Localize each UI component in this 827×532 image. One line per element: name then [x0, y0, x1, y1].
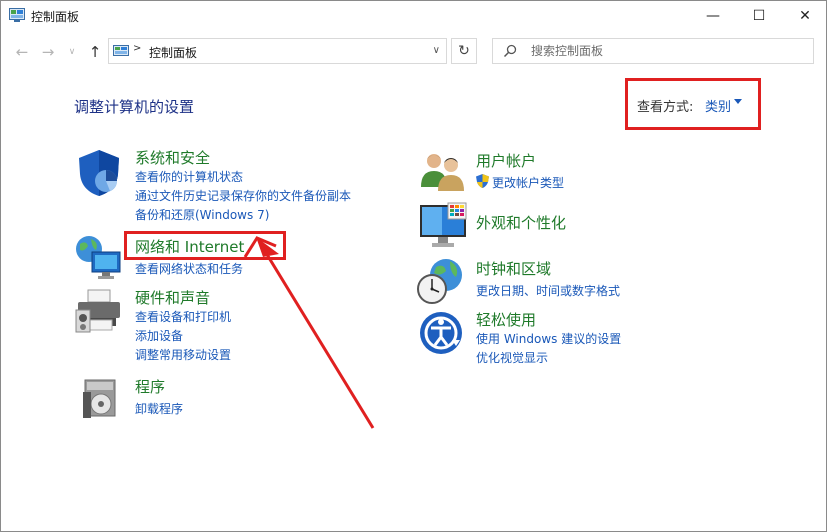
breadcrumb-separator-icon: >: [133, 43, 142, 54]
recent-locations-button[interactable]: ∨: [63, 43, 81, 61]
category-appearance-personalization[interactable]: 外观和个性化: [476, 212, 566, 233]
link-file-history-backup[interactable]: 通过文件历史记录保存你的文件备份副本: [135, 187, 351, 204]
search-icon: [503, 44, 517, 58]
category-ease-of-access[interactable]: 轻松使用: [476, 309, 536, 330]
category-system-security[interactable]: 系统和安全: [135, 147, 210, 168]
view-by-dropdown[interactable]: 类别: [705, 96, 731, 115]
link-network-status-tasks[interactable]: 查看网络状态和任务: [135, 260, 243, 277]
view-by-label: 查看方式:: [637, 100, 694, 115]
category-hardware-sound[interactable]: 硬件和声音: [135, 287, 210, 308]
breadcrumb-control-panel[interactable]: 控制面板: [149, 44, 197, 61]
navigation-bar: ← → ∨ ↑ > 控制面板 ∨ ↻: [1, 33, 826, 71]
programs-icon[interactable]: [81, 376, 121, 420]
control-panel-icon: [9, 8, 25, 22]
address-bar[interactable]: > 控制面板 ∨: [108, 38, 447, 64]
link-change-account-type[interactable]: 更改帐户类型: [492, 174, 564, 191]
control-panel-icon: [113, 45, 129, 56]
view-by-caret-icon[interactable]: [734, 99, 742, 104]
link-devices-printers[interactable]: 查看设备和打印机: [135, 308, 231, 325]
accessibility-icon[interactable]: [418, 310, 464, 356]
back-button[interactable]: ←: [13, 43, 31, 61]
title-bar: 控制面板 — ☐ ✕: [1, 1, 826, 31]
clock-globe-icon[interactable]: [416, 257, 466, 305]
close-button[interactable]: ✕: [782, 1, 826, 31]
category-clock-region[interactable]: 时钟和区域: [476, 258, 551, 279]
window-title: 控制面板: [31, 10, 80, 24]
uac-shield-icon: [476, 174, 489, 188]
up-button[interactable]: ↑: [86, 43, 104, 61]
link-change-date-time-format[interactable]: 更改日期、时间或数字格式: [476, 282, 620, 299]
search-box[interactable]: [492, 38, 814, 64]
display-icon[interactable]: [418, 201, 468, 249]
network-highlight-box: [124, 231, 286, 260]
printer-icon[interactable]: [74, 288, 124, 336]
link-optimize-visual-display[interactable]: 优化视觉显示: [476, 349, 548, 366]
link-mobility-settings[interactable]: 调整常用移动设置: [135, 346, 231, 363]
search-input[interactable]: [531, 42, 801, 60]
address-dropdown-icon[interactable]: ∨: [433, 45, 440, 56]
users-icon[interactable]: [418, 151, 468, 193]
link-uninstall-program[interactable]: 卸载程序: [135, 400, 183, 417]
refresh-button[interactable]: ↻: [451, 38, 477, 64]
network-icon[interactable]: [74, 234, 124, 280]
link-windows-recommended-settings[interactable]: 使用 Windows 建议的设置: [476, 330, 621, 347]
shield-icon[interactable]: [74, 148, 124, 198]
page-title: 调整计算机的设置: [74, 98, 195, 116]
minimize-button[interactable]: —: [690, 1, 736, 31]
category-user-accounts[interactable]: 用户帐户: [476, 150, 536, 171]
link-view-computer-status[interactable]: 查看你的计算机状态: [135, 168, 243, 185]
link-backup-restore[interactable]: 备份和还原(Windows 7): [135, 206, 269, 223]
category-programs[interactable]: 程序: [135, 376, 165, 397]
maximize-button[interactable]: ☐: [736, 1, 782, 31]
control-panel-window: 控制面板 — ☐ ✕ ← → ∨ ↑ > 控制面板 ∨ ↻ 搜索控制面板 调整计…: [0, 0, 827, 532]
link-add-device[interactable]: 添加设备: [135, 327, 183, 344]
forward-button[interactable]: →: [39, 43, 57, 61]
